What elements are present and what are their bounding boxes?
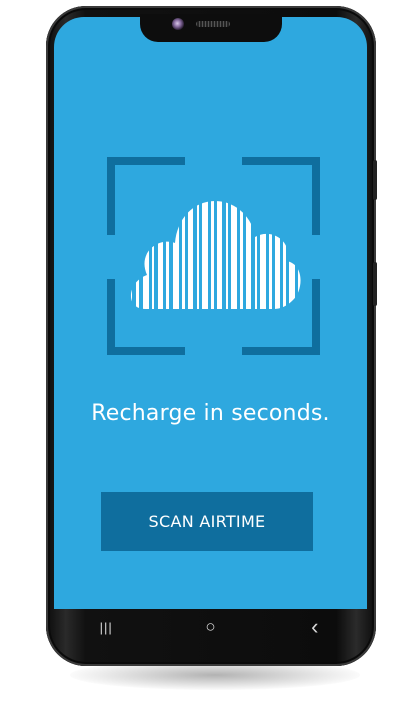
recent-apps-glyph: |||: [99, 619, 113, 635]
notch: [140, 14, 282, 42]
scan-airtime-button-label: SCAN AIRTIME: [148, 512, 266, 531]
home-glyph: ○: [205, 617, 216, 636]
app-stage: Recharge in seconds. SCAN AIRTIME ||| ○ …: [0, 0, 420, 725]
android-navigation-bar: ||| ○ ‹: [54, 609, 367, 645]
home-icon[interactable]: ○: [180, 612, 240, 642]
recent-apps-icon[interactable]: |||: [76, 612, 136, 642]
tagline: Recharge in seconds.: [91, 401, 330, 426]
volume-button: [373, 160, 377, 200]
earpiece-speaker-icon: [196, 21, 230, 27]
back-glyph: ‹: [311, 614, 319, 639]
front-camera-icon: [172, 18, 184, 30]
barcode-cloud: [130, 201, 301, 309]
cloud-barcode-scan-icon: [107, 157, 320, 355]
back-icon[interactable]: ‹: [285, 612, 345, 642]
scan-airtime-button[interactable]: SCAN AIRTIME: [101, 492, 313, 551]
power-button: [373, 262, 377, 306]
